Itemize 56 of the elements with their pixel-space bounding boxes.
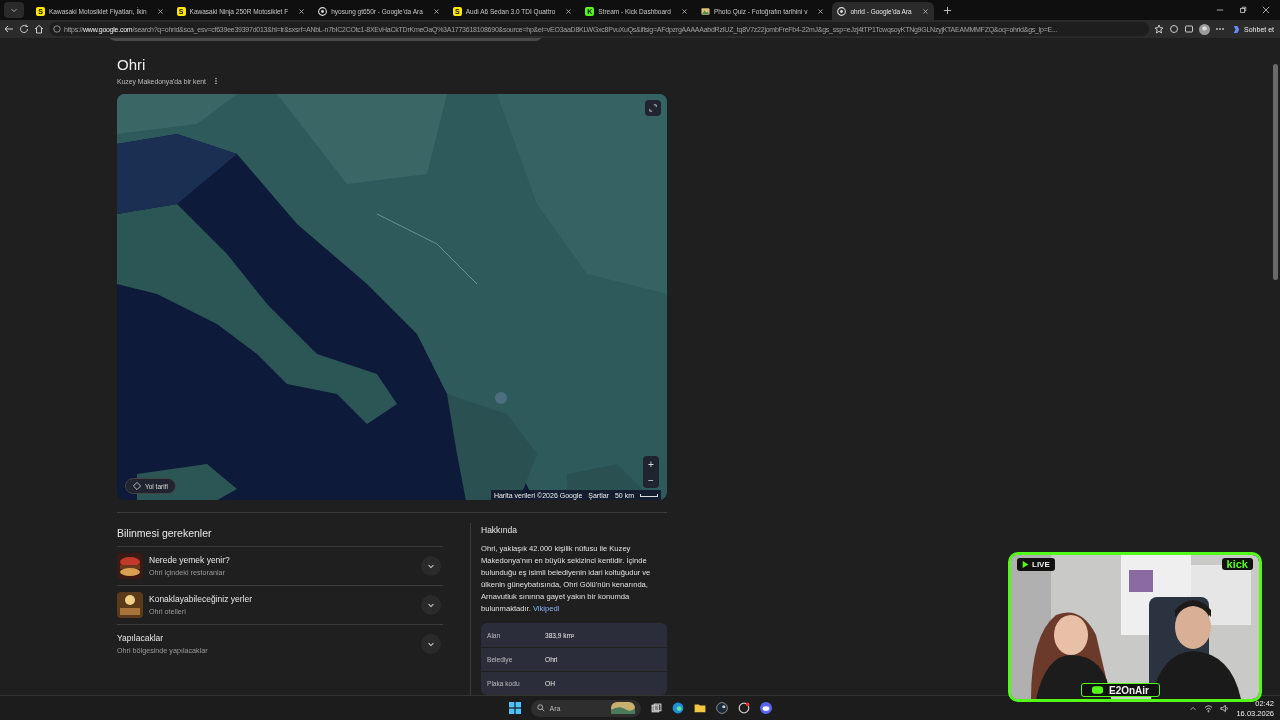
- item-title: Konaklayabileceğiniz yerler: [149, 594, 253, 604]
- item-title: Yapılacaklar: [117, 633, 165, 643]
- wifi-icon[interactable]: [1204, 704, 1214, 713]
- chevron-icon: [427, 601, 435, 609]
- minimize-icon[interactable]: [1216, 6, 1224, 14]
- search-icon: [536, 704, 545, 712]
- zoom-in-button[interactable]: +: [643, 456, 659, 472]
- speaker-icon[interactable]: [1220, 704, 1230, 713]
- back-icon[interactable]: [4, 24, 14, 34]
- close-icon[interactable]: [156, 7, 164, 15]
- app-icon[interactable]: [737, 702, 750, 714]
- scale-bar: [640, 493, 658, 497]
- browser-icon[interactable]: [671, 702, 684, 714]
- close-icon[interactable]: [680, 7, 688, 15]
- section-heading: Bilinmesi gerekenler: [117, 527, 213, 541]
- copilot-icon: [1232, 24, 1242, 34]
- profile-avatar[interactable]: [1199, 23, 1211, 35]
- close-icon[interactable]: [565, 7, 573, 15]
- chevron-icon: [427, 640, 435, 648]
- new-tab-icon[interactable]: [942, 5, 952, 15]
- chevron-icon: [427, 562, 435, 570]
- globe-icon: [837, 6, 847, 16]
- channel-nameplate: E2OnAir: [1081, 683, 1160, 697]
- chevron-down-icon: [10, 6, 18, 14]
- platform-logo: kick: [1221, 558, 1253, 570]
- close-icon[interactable]: [1262, 6, 1270, 14]
- folder-icon[interactable]: [693, 702, 706, 714]
- favorite-icon[interactable]: [1154, 24, 1165, 34]
- restore-icon[interactable]: [1239, 6, 1247, 14]
- zoom-out-button[interactable]: −: [643, 472, 659, 488]
- close-icon[interactable]: [298, 7, 306, 15]
- expand-icon: [649, 104, 657, 112]
- globe-icon: [318, 6, 328, 16]
- close-icon[interactable]: [432, 7, 440, 15]
- item-title: Nerede yemek yenir?: [149, 555, 231, 565]
- scrollbar-thumb[interactable]: [1273, 64, 1278, 280]
- image-icon: [700, 6, 710, 16]
- close-icon[interactable]: [817, 7, 825, 15]
- chevron-up-icon[interactable]: [1189, 704, 1198, 713]
- close-icon[interactable]: [921, 7, 929, 15]
- about-heading: Hakkında: [481, 525, 518, 535]
- expand-button[interactable]: [421, 595, 441, 615]
- reload-icon[interactable]: [19, 24, 29, 34]
- directions-icon: [133, 482, 141, 490]
- live-badge: LIVE: [1017, 558, 1055, 571]
- site-info-icon[interactable]: [53, 25, 61, 33]
- tab-menu-button[interactable]: [4, 2, 24, 18]
- home-icon[interactable]: [34, 24, 44, 34]
- place-title: Ohri: [117, 56, 147, 73]
- task-view-icon[interactable]: [650, 702, 662, 714]
- steam-icon[interactable]: [715, 702, 728, 714]
- expand-button[interactable]: [421, 634, 441, 654]
- expand-button[interactable]: [645, 100, 661, 116]
- chat-app-icon[interactable]: [759, 702, 772, 714]
- windows-start-icon[interactable]: [508, 702, 521, 714]
- expand-button[interactable]: [421, 556, 441, 576]
